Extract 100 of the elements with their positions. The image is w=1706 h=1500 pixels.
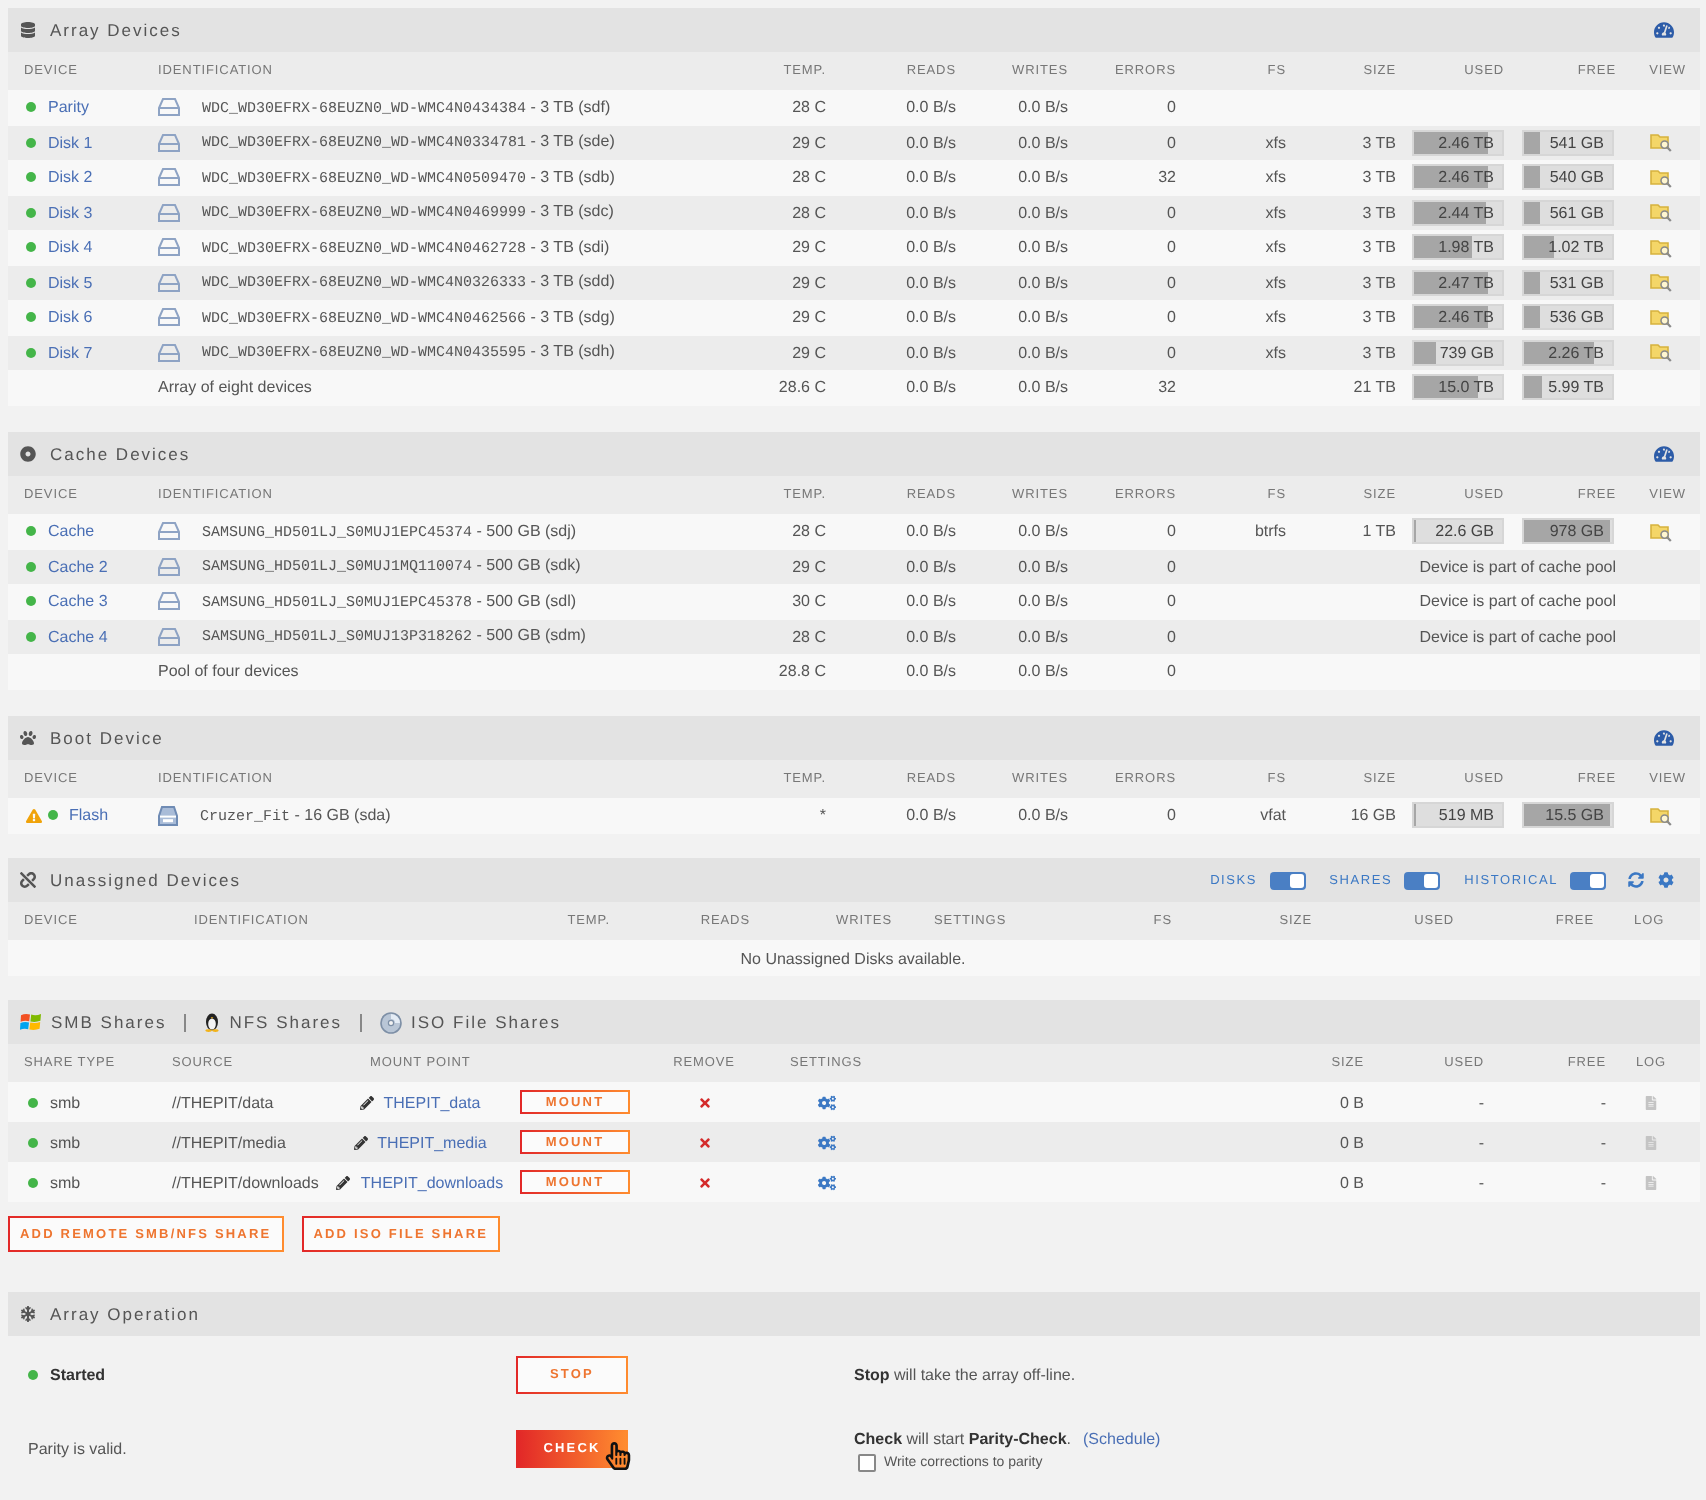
free-text: - (1600, 1093, 1606, 1111)
write-speed-text: 0.0 B/s (1018, 592, 1068, 611)
used-space-text: 519 MB (1438, 806, 1494, 825)
snowflake-icon (20, 1306, 36, 1322)
four-color-flag-icon (20, 1012, 42, 1032)
temperature-text: 29 C (792, 273, 826, 292)
section-title: Array Devices (50, 20, 182, 40)
read-speed-text: 0.0 B/s (906, 98, 956, 117)
error-count-text: 0 (1167, 133, 1176, 152)
x-mark-icon[interactable] (697, 1175, 711, 1189)
gauge-icon[interactable] (1654, 444, 1674, 464)
folder-search-icon[interactable] (1650, 521, 1672, 542)
toggle-switch[interactable] (1404, 871, 1441, 889)
settings-icon[interactable] (1658, 872, 1674, 888)
settings-icon[interactable] (817, 1133, 835, 1151)
temperature-text: 30 C (792, 592, 826, 611)
refresh-icon[interactable] (1628, 872, 1644, 888)
error-count-text: 0 (1167, 806, 1176, 825)
read-speed-text: 0.0 B/s (906, 343, 956, 362)
read-speed-text: 0.0 B/s (906, 168, 956, 187)
write-speed-text: 0.0 B/s (1018, 378, 1068, 397)
array-status-text: Started (50, 1365, 106, 1383)
paw-icon (20, 730, 36, 746)
read-speed-text: 0.0 B/s (906, 308, 956, 327)
mount-point-link[interactable]: THEPIT_data (383, 1093, 481, 1111)
mount-point-link[interactable]: THEPIT_media (377, 1133, 487, 1151)
device-link[interactable]: Disk 1 (48, 133, 93, 152)
used-space-text: 22.6 GB (1435, 522, 1494, 541)
settings-icon[interactable] (817, 1093, 835, 1111)
folder-search-icon[interactable] (1650, 805, 1672, 826)
pencil-icon[interactable] (359, 1095, 374, 1109)
hard-drive-icon (158, 308, 180, 327)
pool-note-text: Device is part of cache pool (1419, 627, 1616, 646)
folder-search-icon[interactable] (1650, 237, 1672, 258)
pencil-icon[interactable] (353, 1135, 368, 1149)
device-link[interactable]: Disk 2 (48, 168, 93, 187)
read-speed-text: 0.0 B/s (906, 806, 956, 825)
size-text: 16 GB (1350, 806, 1396, 825)
device-link[interactable]: Cache (48, 522, 95, 541)
error-count-text: 0 (1167, 343, 1176, 362)
parity-status-text: Parity is valid. (28, 1440, 127, 1458)
device-link[interactable]: Flash (69, 806, 109, 825)
gauge-icon[interactable] (1654, 728, 1674, 748)
used-space-text: 2.47 TB (1438, 273, 1494, 292)
free-text: - (1600, 1173, 1606, 1191)
free-space-text: 1.02 TB (1548, 238, 1604, 257)
folder-search-icon[interactable] (1650, 132, 1672, 153)
size-text: 3 TB (1362, 238, 1396, 257)
read-speed-text: 0.0 B/s (906, 133, 956, 152)
device-link[interactable]: Disk 7 (48, 343, 93, 362)
hard-drive-icon (158, 273, 180, 292)
folder-search-icon[interactable] (1650, 202, 1672, 223)
device-link[interactable]: Disk 4 (48, 238, 93, 257)
read-speed-text: 0.0 B/s (906, 557, 956, 576)
used-space-text: 2.46 TB (1438, 168, 1494, 187)
x-mark-icon[interactable] (697, 1095, 711, 1109)
x-mark-icon[interactable] (697, 1135, 711, 1149)
mount-point-link[interactable]: THEPIT_downloads (360, 1173, 504, 1191)
free-space-text: 15.5 GB (1545, 806, 1604, 825)
schedule-link[interactable]: (Schedule) (1083, 1429, 1161, 1447)
folder-search-icon[interactable] (1650, 342, 1672, 363)
folder-search-icon[interactable] (1650, 167, 1672, 188)
write-speed-text: 0.0 B/s (1018, 343, 1068, 362)
folder-search-icon[interactable] (1650, 272, 1672, 293)
section-title: Boot Device (50, 728, 164, 748)
temperature-text: 29 C (792, 133, 826, 152)
used-text: - (1478, 1173, 1484, 1191)
device-link[interactable]: Disk 3 (48, 203, 93, 222)
unlink-icon (20, 872, 36, 888)
device-link[interactable]: Disk 5 (48, 273, 93, 292)
read-speed-text: 0.0 B/s (906, 662, 956, 681)
write-speed-text: 0.0 B/s (1018, 557, 1068, 576)
device-link[interactable]: Cache 3 (48, 592, 108, 611)
used-space-text: 2.46 TB (1438, 308, 1494, 327)
device-link[interactable]: Parity (48, 98, 89, 117)
gauge-icon[interactable] (1654, 20, 1674, 40)
device-link[interactable]: Cache 4 (48, 627, 108, 646)
hard-drive-icon (158, 238, 180, 257)
source-path-text: //THEPIT/data (172, 1093, 274, 1111)
toggle-switch[interactable] (1570, 871, 1606, 889)
error-count-text: 0 (1167, 308, 1176, 327)
folder-search-icon[interactable] (1650, 307, 1672, 328)
section-title: Cache Devices (50, 444, 191, 464)
error-count-text: 0 (1167, 203, 1176, 222)
error-count-text: 32 (1158, 378, 1176, 397)
device-link[interactable]: Disk 6 (48, 308, 93, 327)
device-link[interactable]: Cache 2 (48, 557, 108, 576)
pencil-icon[interactable] (336, 1175, 351, 1189)
size-text: 3 TB (1362, 168, 1396, 187)
share-type-text: smb (50, 1173, 81, 1191)
settings-icon[interactable] (817, 1173, 835, 1191)
checkbox[interactable] (858, 1453, 876, 1471)
used-space-text: 15.0 TB (1438, 378, 1494, 397)
error-count-text: 0 (1167, 98, 1176, 117)
write-speed-text: 0.0 B/s (1018, 273, 1068, 292)
hard-drive-icon (158, 98, 180, 117)
toggle-switch[interactable] (1269, 871, 1306, 889)
temperature-text: 28 C (792, 522, 826, 541)
filesystem-text: btrfs (1254, 522, 1286, 541)
section-title: ISO File Shares (411, 1012, 562, 1032)
